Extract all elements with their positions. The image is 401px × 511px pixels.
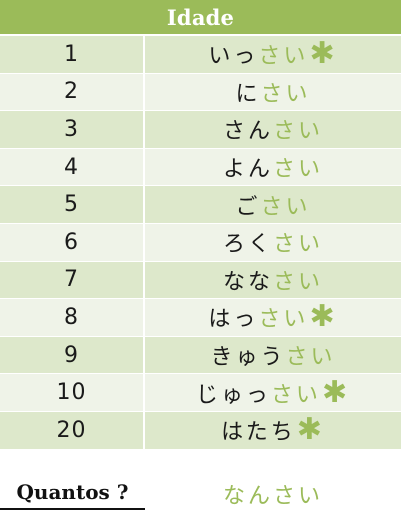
- age-reading: よん さい: [145, 149, 401, 186]
- table-row: 1 いっ さい ✱: [0, 36, 401, 74]
- table-row: 9 きゅう さい: [0, 336, 401, 375]
- reading-counter: さい: [273, 157, 324, 183]
- age-number: 5: [0, 186, 145, 223]
- age-number: 3: [0, 111, 145, 148]
- irregular-asterisk-icon: ✱: [321, 374, 351, 410]
- table-header: Idade: [0, 0, 401, 36]
- reading-prefix: じゅっ: [195, 382, 271, 408]
- reading-prefix: よん: [222, 157, 273, 183]
- age-reading: いっ さい ✱: [145, 36, 401, 73]
- age-reading: なな さい: [145, 262, 401, 299]
- reading-counter: さい: [260, 194, 311, 220]
- table-title: Idade: [166, 4, 235, 30]
- age-reading: さん さい: [145, 111, 401, 148]
- irregular-asterisk-icon: ✱: [309, 36, 338, 72]
- table-row: 8 はっ さい ✱: [0, 299, 401, 337]
- question-row: Quantos ? なんさい: [0, 476, 401, 511]
- reading-prefix: さん: [222, 119, 273, 145]
- reading-prefix: ご: [235, 194, 261, 220]
- table-row: 4 よん さい: [0, 148, 401, 187]
- table-row: 6 ろく さい: [0, 223, 401, 262]
- irregular-asterisk-icon: ✱: [296, 412, 325, 448]
- age-reading: はっ さい ✱: [145, 299, 401, 336]
- age-number: 6: [0, 223, 145, 261]
- age-number: 1: [0, 36, 145, 73]
- reading-prefix: いっ: [208, 44, 259, 70]
- age-reading: ろく さい: [145, 224, 401, 261]
- age-number: 8: [0, 299, 145, 336]
- table-body: 1 いっ さい ✱ 2 にさい 3 さん さい 4 よん さい 5 ごさい 6 ろく さい 7 なな さい 8 はっ さい ✱…: [0, 36, 401, 450]
- age-reading: にさい: [145, 74, 401, 111]
- age-reading: ごさい: [145, 186, 401, 223]
- table-row: 7 なな さい: [0, 261, 401, 300]
- question-answer: なんさい: [222, 483, 323, 509]
- table-row: 20 はたち ✱: [0, 411, 401, 450]
- table-row: 2 にさい: [0, 73, 401, 112]
- age-number: 20: [0, 411, 145, 449]
- age-number: 7: [0, 261, 145, 299]
- age-reading: きゅう さい: [145, 337, 401, 374]
- age-number: 4: [0, 148, 145, 186]
- table-row: 3 さん さい: [0, 111, 401, 149]
- age-reading: はたち ✱: [145, 412, 401, 449]
- reading-counter: さい: [270, 382, 321, 408]
- reading-counter: さい: [258, 307, 309, 333]
- age-number: 10: [0, 374, 145, 411]
- reading-prefix: に: [235, 81, 261, 107]
- irregular-asterisk-icon: ✱: [309, 299, 338, 335]
- reading-counter: さい: [273, 232, 324, 258]
- reading-prefix: ろく: [222, 232, 273, 258]
- question-label: Quantos ?: [0, 476, 145, 510]
- reading-prefix: なな: [222, 269, 273, 295]
- age-number: 2: [0, 73, 145, 111]
- reading-prefix: はたち: [221, 420, 296, 446]
- reading-counter: さい: [258, 44, 309, 70]
- age-number: 9: [0, 336, 145, 374]
- reading-counter: さい: [260, 81, 311, 107]
- reading-prefix: きゅう: [210, 345, 286, 371]
- reading-counter: さい: [285, 345, 336, 371]
- age-table: Idade 1 いっ さい ✱ 2 にさい 3 さん さい 4 よん さい 5 ごさい 6 ろく さい 7 なな さい…: [0, 0, 401, 511]
- reading-prefix: はっ: [208, 307, 259, 333]
- table-row: 5 ごさい: [0, 186, 401, 224]
- table-row: 10 じゅっ さい ✱: [0, 374, 401, 412]
- reading-counter: さい: [273, 269, 324, 295]
- age-reading: じゅっ さい ✱: [145, 374, 401, 411]
- reading-counter: さい: [273, 119, 324, 145]
